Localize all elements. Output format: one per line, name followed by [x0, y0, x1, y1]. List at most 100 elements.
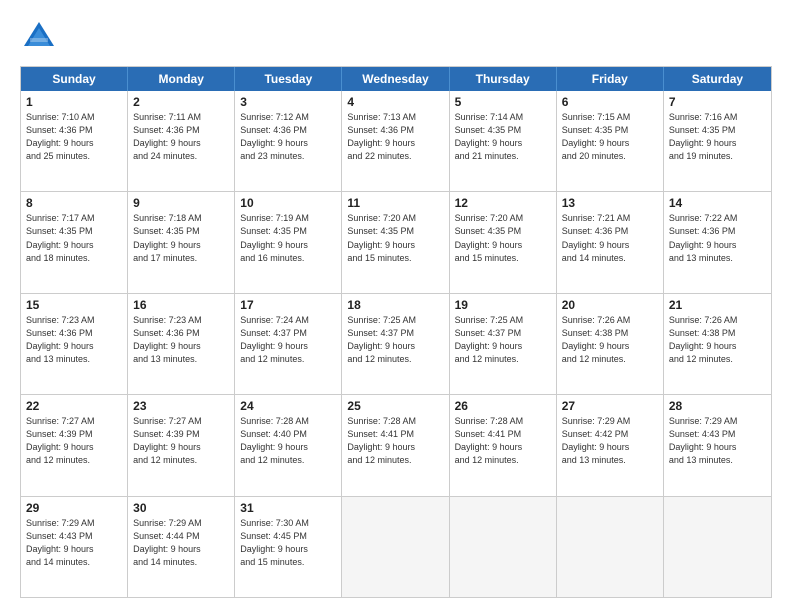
- day-cell-8: 8 Sunrise: 7:17 AM Sunset: 4:35 PM Daylig…: [21, 192, 128, 292]
- day-number: 8: [26, 196, 122, 210]
- day-info: Sunrise: 7:23 AM Sunset: 4:36 PM Dayligh…: [26, 314, 122, 366]
- calendar-week-1: 1 Sunrise: 7:10 AM Sunset: 4:36 PM Daylig…: [21, 91, 771, 192]
- day-number: 4: [347, 95, 443, 109]
- day-number: 21: [669, 298, 766, 312]
- day-number: 11: [347, 196, 443, 210]
- day-number: 10: [240, 196, 336, 210]
- header: [20, 18, 772, 56]
- day-number: 31: [240, 501, 336, 515]
- day-number: 18: [347, 298, 443, 312]
- day-number: 14: [669, 196, 766, 210]
- day-info: Sunrise: 7:27 AM Sunset: 4:39 PM Dayligh…: [133, 415, 229, 467]
- day-info: Sunrise: 7:28 AM Sunset: 4:41 PM Dayligh…: [455, 415, 551, 467]
- day-cell-1: 1 Sunrise: 7:10 AM Sunset: 4:36 PM Daylig…: [21, 91, 128, 191]
- header-day-wednesday: Wednesday: [342, 67, 449, 91]
- day-cell-5: 5 Sunrise: 7:14 AM Sunset: 4:35 PM Daylig…: [450, 91, 557, 191]
- empty-cell: [557, 497, 664, 597]
- day-number: 6: [562, 95, 658, 109]
- day-info: Sunrise: 7:11 AM Sunset: 4:36 PM Dayligh…: [133, 111, 229, 163]
- day-cell-2: 2 Sunrise: 7:11 AM Sunset: 4:36 PM Daylig…: [128, 91, 235, 191]
- day-info: Sunrise: 7:30 AM Sunset: 4:45 PM Dayligh…: [240, 517, 336, 569]
- day-cell-15: 15Sunrise: 7:23 AM Sunset: 4:36 PM Dayli…: [21, 294, 128, 394]
- calendar-week-3: 15Sunrise: 7:23 AM Sunset: 4:36 PM Dayli…: [21, 294, 771, 395]
- day-cell-30: 30 Sunrise: 7:29 AM Sunset: 4:44 PM Dayli…: [128, 497, 235, 597]
- day-number: 26: [455, 399, 551, 413]
- day-number: 9: [133, 196, 229, 210]
- day-number: 17: [240, 298, 336, 312]
- calendar-week-4: 22 Sunrise: 7:27 AM Sunset: 4:39 PM Dayli…: [21, 395, 771, 496]
- day-info: Sunrise: 7:20 AM Sunset: 4:35 PM Dayligh…: [455, 212, 551, 264]
- day-number: 5: [455, 95, 551, 109]
- day-cell-29: 29 Sunrise: 7:29 AM Sunset: 4:43 PM Dayli…: [21, 497, 128, 597]
- empty-cell: [450, 497, 557, 597]
- day-cell-17: 17 Sunrise: 7:24 AM Sunset: 4:37 PM Dayli…: [235, 294, 342, 394]
- page: SundayMondayTuesdayWednesdayThursdayFrid…: [0, 0, 792, 612]
- day-cell-28: 28Sunrise: 7:29 AM Sunset: 4:43 PM Dayli…: [664, 395, 771, 495]
- calendar-week-5: 29 Sunrise: 7:29 AM Sunset: 4:43 PM Dayli…: [21, 497, 771, 597]
- day-cell-21: 21 Sunrise: 7:26 AM Sunset: 4:38 PM Dayli…: [664, 294, 771, 394]
- day-number: 12: [455, 196, 551, 210]
- day-info: Sunrise: 7:25 AM Sunset: 4:37 PM Dayligh…: [347, 314, 443, 366]
- day-info: Sunrise: 7:28 AM Sunset: 4:40 PM Dayligh…: [240, 415, 336, 467]
- day-number: 30: [133, 501, 229, 515]
- day-info: Sunrise: 7:18 AM Sunset: 4:35 PM Dayligh…: [133, 212, 229, 264]
- day-cell-4: 4Sunrise: 7:13 AM Sunset: 4:36 PM Daylig…: [342, 91, 449, 191]
- logo: [20, 18, 62, 56]
- header-day-monday: Monday: [128, 67, 235, 91]
- day-cell-10: 10 Sunrise: 7:19 AM Sunset: 4:35 PM Dayli…: [235, 192, 342, 292]
- day-cell-19: 19 Sunrise: 7:25 AM Sunset: 4:37 PM Dayli…: [450, 294, 557, 394]
- day-cell-6: 6Sunrise: 7:15 AM Sunset: 4:35 PM Daylig…: [557, 91, 664, 191]
- logo-icon: [20, 18, 58, 56]
- header-day-sunday: Sunday: [21, 67, 128, 91]
- day-info: Sunrise: 7:24 AM Sunset: 4:37 PM Dayligh…: [240, 314, 336, 366]
- day-number: 29: [26, 501, 122, 515]
- header-day-tuesday: Tuesday: [235, 67, 342, 91]
- day-info: Sunrise: 7:29 AM Sunset: 4:44 PM Dayligh…: [133, 517, 229, 569]
- day-cell-25: 25Sunrise: 7:28 AM Sunset: 4:41 PM Dayli…: [342, 395, 449, 495]
- day-cell-14: 14 Sunrise: 7:22 AM Sunset: 4:36 PM Dayli…: [664, 192, 771, 292]
- day-info: Sunrise: 7:27 AM Sunset: 4:39 PM Dayligh…: [26, 415, 122, 467]
- day-info: Sunrise: 7:12 AM Sunset: 4:36 PM Dayligh…: [240, 111, 336, 163]
- empty-cell: [664, 497, 771, 597]
- day-cell-27: 27 Sunrise: 7:29 AM Sunset: 4:42 PM Dayli…: [557, 395, 664, 495]
- day-number: 1: [26, 95, 122, 109]
- day-number: 19: [455, 298, 551, 312]
- day-info: Sunrise: 7:17 AM Sunset: 4:35 PM Dayligh…: [26, 212, 122, 264]
- day-number: 20: [562, 298, 658, 312]
- day-info: Sunrise: 7:21 AM Sunset: 4:36 PM Dayligh…: [562, 212, 658, 264]
- day-number: 22: [26, 399, 122, 413]
- day-info: Sunrise: 7:14 AM Sunset: 4:35 PM Dayligh…: [455, 111, 551, 163]
- day-info: Sunrise: 7:10 AM Sunset: 4:36 PM Dayligh…: [26, 111, 122, 163]
- day-cell-7: 7 Sunrise: 7:16 AM Sunset: 4:35 PM Daylig…: [664, 91, 771, 191]
- day-number: 13: [562, 196, 658, 210]
- day-number: 24: [240, 399, 336, 413]
- empty-cell: [342, 497, 449, 597]
- day-info: Sunrise: 7:29 AM Sunset: 4:43 PM Dayligh…: [26, 517, 122, 569]
- day-cell-20: 20Sunrise: 7:26 AM Sunset: 4:38 PM Dayli…: [557, 294, 664, 394]
- day-cell-12: 12 Sunrise: 7:20 AM Sunset: 4:35 PM Dayli…: [450, 192, 557, 292]
- day-info: Sunrise: 7:26 AM Sunset: 4:38 PM Dayligh…: [669, 314, 766, 366]
- day-number: 2: [133, 95, 229, 109]
- day-number: 28: [669, 399, 766, 413]
- header-day-thursday: Thursday: [450, 67, 557, 91]
- day-cell-23: 23 Sunrise: 7:27 AM Sunset: 4:39 PM Dayli…: [128, 395, 235, 495]
- day-cell-22: 22 Sunrise: 7:27 AM Sunset: 4:39 PM Dayli…: [21, 395, 128, 495]
- day-cell-18: 18 Sunrise: 7:25 AM Sunset: 4:37 PM Dayli…: [342, 294, 449, 394]
- day-info: Sunrise: 7:20 AM Sunset: 4:35 PM Dayligh…: [347, 212, 443, 264]
- day-cell-9: 9 Sunrise: 7:18 AM Sunset: 4:35 PM Daylig…: [128, 192, 235, 292]
- day-cell-16: 16 Sunrise: 7:23 AM Sunset: 4:36 PM Dayli…: [128, 294, 235, 394]
- day-number: 25: [347, 399, 443, 413]
- day-number: 3: [240, 95, 336, 109]
- day-number: 7: [669, 95, 766, 109]
- day-info: Sunrise: 7:19 AM Sunset: 4:35 PM Dayligh…: [240, 212, 336, 264]
- day-number: 16: [133, 298, 229, 312]
- day-number: 23: [133, 399, 229, 413]
- day-info: Sunrise: 7:22 AM Sunset: 4:36 PM Dayligh…: [669, 212, 766, 264]
- day-number: 27: [562, 399, 658, 413]
- day-info: Sunrise: 7:16 AM Sunset: 4:35 PM Dayligh…: [669, 111, 766, 163]
- day-info: Sunrise: 7:29 AM Sunset: 4:42 PM Dayligh…: [562, 415, 658, 467]
- day-cell-31: 31 Sunrise: 7:30 AM Sunset: 4:45 PM Dayli…: [235, 497, 342, 597]
- day-info: Sunrise: 7:25 AM Sunset: 4:37 PM Dayligh…: [455, 314, 551, 366]
- day-info: Sunrise: 7:23 AM Sunset: 4:36 PM Dayligh…: [133, 314, 229, 366]
- calendar: SundayMondayTuesdayWednesdayThursdayFrid…: [20, 66, 772, 598]
